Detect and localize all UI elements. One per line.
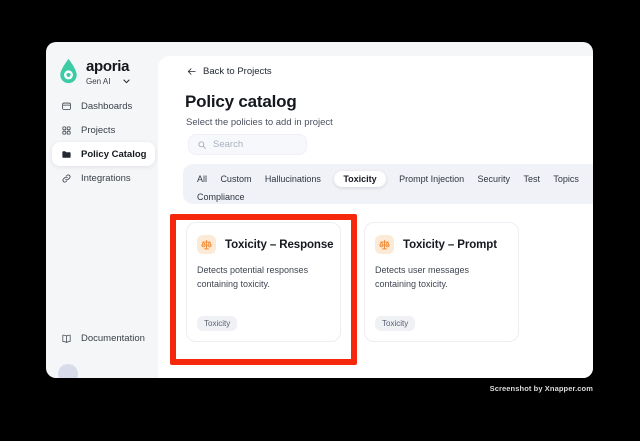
screenshot-canvas: aporia Gen AI Dashboards Projects Policy… <box>0 0 640 441</box>
policy-card-toxicity-response[interactable]: Toxicity – Response Detects potential re… <box>186 222 341 342</box>
book-icon <box>62 334 71 343</box>
sidebar-item-policy-catalog[interactable]: Policy Catalog <box>52 142 155 166</box>
card-header: Toxicity – Response <box>197 235 334 254</box>
card-header: Toxicity – Prompt <box>375 235 508 254</box>
policy-card-grid: Toxicity – Response Detects potential re… <box>186 222 519 342</box>
sidebar-footer: Documentation <box>52 326 155 350</box>
sidebar-item-documentation[interactable]: Documentation <box>52 326 155 350</box>
brand-block[interactable]: aporia Gen AI <box>58 58 131 86</box>
card-icon-badge <box>197 235 216 254</box>
brand-text-block: aporia Gen AI <box>86 58 131 86</box>
sidebar-item-label: Projects <box>81 124 116 136</box>
tab-prompt-injection[interactable]: Prompt Injection <box>399 171 464 187</box>
avatar[interactable] <box>58 364 78 378</box>
card-title: Toxicity – Prompt <box>403 238 497 251</box>
main-content: Back to Projects Policy catalog Select t… <box>158 56 593 378</box>
brand-name: aporia <box>86 58 130 75</box>
filter-tabs-row-2: Compliance <box>197 188 579 205</box>
page-title: Policy catalog <box>185 92 297 111</box>
tab-security[interactable]: Security <box>478 171 511 187</box>
sidebar-item-dashboards[interactable]: Dashboards <box>52 94 155 118</box>
search-field[interactable] <box>188 134 307 155</box>
tab-toxicity[interactable]: Toxicity <box>334 170 386 187</box>
sidebar-item-integrations[interactable]: Integrations <box>52 166 155 190</box>
card-tag: Toxicity <box>375 316 416 331</box>
policy-card-toxicity-prompt[interactable]: Toxicity – Prompt Detects user messages … <box>364 222 519 342</box>
card-title: Toxicity – Response <box>225 238 334 251</box>
tab-hallucinations[interactable]: Hallucinations <box>265 171 321 187</box>
workspace-name: Gen AI <box>86 77 111 86</box>
card-tag: Toxicity <box>197 316 238 331</box>
sidebar-item-label: Integrations <box>81 172 131 184</box>
folder-icon <box>62 150 71 158</box>
arrow-left-icon <box>187 68 196 75</box>
tab-custom[interactable]: Custom <box>220 171 251 187</box>
filter-tabs: All Custom Hallucinations Toxicity Promp… <box>183 164 593 204</box>
card-icon-badge <box>375 235 394 254</box>
sidebar-item-projects[interactable]: Projects <box>52 118 155 142</box>
sidebar-nav: Dashboards Projects Policy Catalog Integ… <box>52 94 155 190</box>
tab-compliance[interactable]: Compliance <box>197 189 245 205</box>
search-input[interactable] <box>213 139 298 150</box>
app-window: aporia Gen AI Dashboards Projects Policy… <box>46 42 593 378</box>
tab-test[interactable]: Test <box>523 171 540 187</box>
scales-icon <box>201 239 212 250</box>
search-icon <box>198 140 206 149</box>
sidebar-item-label: Policy Catalog <box>81 148 147 160</box>
tab-topics[interactable]: Topics <box>553 171 579 187</box>
droplet-icon <box>60 58 77 84</box>
dashboard-icon <box>62 102 71 110</box>
scales-icon <box>379 239 390 250</box>
tab-all[interactable]: All <box>197 171 207 187</box>
back-link-label: Back to Projects <box>203 66 272 77</box>
workspace-switcher[interactable]: Gen AI <box>86 77 131 86</box>
sidebar-item-label: Dashboards <box>81 100 133 112</box>
grid-icon <box>62 125 71 135</box>
page-subtitle: Select the policies to add in project <box>186 117 333 128</box>
link-icon <box>62 174 71 182</box>
sidebar-item-label: Documentation <box>81 332 145 344</box>
card-description: Detects potential responses containing t… <box>197 265 309 289</box>
back-to-projects-link[interactable]: Back to Projects <box>186 66 272 77</box>
watermark-text: Screenshot by Xnapper.com <box>489 384 593 393</box>
chevron-down-icon <box>123 79 131 84</box>
card-description: Detects user messages containing toxicit… <box>375 265 470 289</box>
sidebar: aporia Gen AI Dashboards Projects Policy… <box>46 42 158 378</box>
filter-tabs-row-1: All Custom Hallucinations Toxicity Promp… <box>197 170 579 187</box>
